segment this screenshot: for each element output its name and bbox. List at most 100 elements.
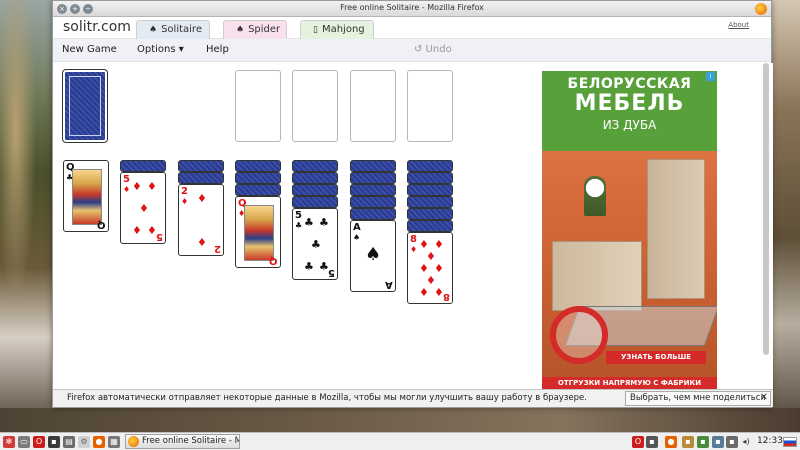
stock-pile[interactable] — [62, 69, 108, 143]
spade-icon: ♠ — [236, 25, 245, 35]
about-link[interactable]: About — [728, 21, 749, 29]
club-icon: ♣ — [304, 216, 314, 229]
card-rank-bottom: Q — [97, 219, 106, 230]
taskbar-window-firefox[interactable]: Free online Solitaire - M... — [125, 434, 240, 449]
tableau-card-queen-clubs[interactable]: Q ♣ Q — [63, 160, 109, 232]
facedown-card — [292, 196, 338, 208]
firefox-window: × + − Free online Solitaire - Mozilla Fi… — [52, 0, 773, 408]
volume-icon[interactable]: ◂) — [740, 436, 752, 448]
facedown-card — [235, 184, 281, 196]
opera-icon[interactable]: O — [33, 436, 45, 448]
diamond-icon: ♦ — [132, 224, 142, 237]
tray-app-icon[interactable]: ▪ — [682, 436, 694, 448]
diamond-icon: ♦ — [197, 236, 207, 249]
tab-spider[interactable]: ♠ Spider — [223, 20, 287, 39]
notification-bar: Firefox автоматически отправляет некотор… — [53, 389, 773, 407]
tableau-card-5-clubs[interactable]: 5 ♣ ♣ ♣ ♣ ♣ ♣ 5 — [292, 208, 338, 280]
ad-cabinet-image — [647, 159, 705, 299]
tableau-card-5-diamonds[interactable]: 5 ♦ ♦ ♦ ♦ ♦ ♦ 5 — [120, 172, 166, 244]
tableau-card-2-diamonds[interactable]: 2 ♦ ♦ ♦ 2 — [178, 184, 224, 256]
facedown-card — [235, 160, 281, 172]
tableau-card-queen-diamonds[interactable]: Q ♦ Q — [235, 196, 281, 268]
ad-sideboard-image — [552, 241, 642, 311]
facedown-card — [235, 172, 281, 184]
card-rank-bottom: 5 — [156, 231, 163, 242]
card-rank-bottom: 5 — [328, 267, 335, 278]
firefox-icon — [755, 3, 767, 15]
site-logo[interactable]: solitr.com — [63, 19, 131, 35]
diamond-icon: ♦ — [132, 180, 142, 193]
foundation-slot[interactable] — [292, 70, 338, 142]
tableau-card-8-diamonds[interactable]: 8 ♦ ♦ ♦ ♦ ♦ ♦ ♦ ♦ ♦ 8 — [407, 232, 453, 304]
file-manager-icon[interactable]: ▤ — [63, 436, 75, 448]
network-icon[interactable]: ▪ — [697, 436, 709, 448]
window-title: Free online Solitaire - Mozilla Firefox — [340, 3, 484, 12]
firefox-tray-icon[interactable]: ● — [665, 436, 677, 448]
desktop-wallpaper-bottom — [0, 408, 800, 432]
facedown-card — [292, 184, 338, 196]
facedown-card — [350, 172, 396, 184]
new-game-button[interactable]: New Game — [62, 44, 117, 55]
tab-solitaire[interactable]: ♠ Solitaire — [136, 20, 210, 39]
taskbar-clock[interactable]: 12:33 — [757, 436, 783, 446]
facedown-card — [350, 208, 396, 220]
facedown-card — [178, 160, 224, 172]
ad-headline-line1: БЕЛОРУССКАЯ — [567, 76, 692, 92]
card-rank: 5 — [295, 210, 302, 221]
club-icon: ♣ — [319, 216, 329, 229]
facedown-card — [407, 172, 453, 184]
show-desktop-icon[interactable]: ▭ — [18, 436, 30, 448]
card-rank: 8 — [410, 234, 417, 245]
diamond-icon: ♦ — [426, 274, 436, 287]
ad-headline-line3: ИЗ ДУБА — [602, 118, 657, 132]
app-menu-icon[interactable]: ✻ — [3, 436, 15, 448]
window-titlebar[interactable]: × + − Free online Solitaire - Mozilla Fi… — [53, 1, 771, 17]
adchoices-icon[interactable]: i — [706, 72, 715, 81]
tab-mahjong-label: Mahjong — [321, 24, 365, 35]
diamond-icon: ♦ — [419, 286, 429, 299]
help-button[interactable]: Help — [206, 44, 229, 55]
mahjong-tile-icon: ▯ — [313, 25, 318, 35]
foundation-slot[interactable] — [350, 70, 396, 142]
queen-face-image — [72, 169, 102, 225]
ad-cta-button[interactable]: УЗНАТЬ БОЛЬШЕ — [606, 351, 706, 364]
foundation-slot[interactable] — [235, 70, 281, 142]
tray-app-icon[interactable]: ▪ — [726, 436, 738, 448]
advertisement-banner[interactable]: БЕЛОРУССКАЯ МЕБЕЛЬ ИЗ ДУБА i УЗНАТЬ БОЛЬ… — [542, 71, 717, 389]
tray-app-icon[interactable]: ▪ — [646, 436, 658, 448]
diamond-icon: ♦ — [426, 250, 436, 263]
keyboard-layout-flag-icon[interactable] — [783, 437, 797, 447]
tab-mahjong[interactable]: ▯ Mahjong — [300, 20, 374, 39]
opera-tray-icon[interactable]: O — [632, 436, 644, 448]
undo-button[interactable]: ↺ Undo — [414, 44, 452, 55]
page-scrollbar[interactable] — [763, 63, 769, 355]
facedown-card — [350, 196, 396, 208]
facedown-card — [407, 184, 453, 196]
diamond-icon: ♦ — [434, 262, 444, 275]
diamond-icon: ♦ — [147, 180, 157, 193]
firefox-launcher-icon[interactable]: ● — [93, 436, 105, 448]
notification-text: Firefox автоматически отправляет некотор… — [67, 393, 587, 403]
game-menubar: New Game Options ▾ Help ↺ Undo — [53, 39, 771, 62]
notification-choose-button[interactable]: Выбрать, чем мне поделиться — [625, 391, 771, 406]
app-launcher-icon[interactable]: ▦ — [108, 436, 120, 448]
close-icon[interactable]: ✕ — [760, 392, 768, 403]
spade-icon: ♠ — [149, 25, 158, 35]
facedown-card — [120, 160, 166, 172]
facedown-card — [178, 172, 224, 184]
facedown-card — [407, 196, 453, 208]
tray-app-icon[interactable]: ▪ — [712, 436, 724, 448]
diamond-icon: ♦ — [419, 262, 429, 275]
diamond-icon: ♦ — [197, 192, 207, 205]
queen-face-image — [244, 205, 274, 261]
system-taskbar: ✻ ▭ O ▪ ▤ ⚙ ● ▦ Free online Solitaire - … — [0, 432, 800, 450]
tableau-card-ace-spades[interactable]: A ♠ ♠ A — [350, 220, 396, 292]
facedown-card — [292, 160, 338, 172]
card-rank-bottom: 2 — [214, 243, 221, 254]
settings-icon[interactable]: ⚙ — [78, 436, 90, 448]
foundation-slot[interactable] — [407, 70, 453, 142]
options-dropdown[interactable]: Options ▾ — [137, 44, 184, 55]
terminal-icon[interactable]: ▪ — [48, 436, 60, 448]
facedown-card — [407, 208, 453, 220]
diamond-icon: ♦ — [123, 185, 131, 194]
